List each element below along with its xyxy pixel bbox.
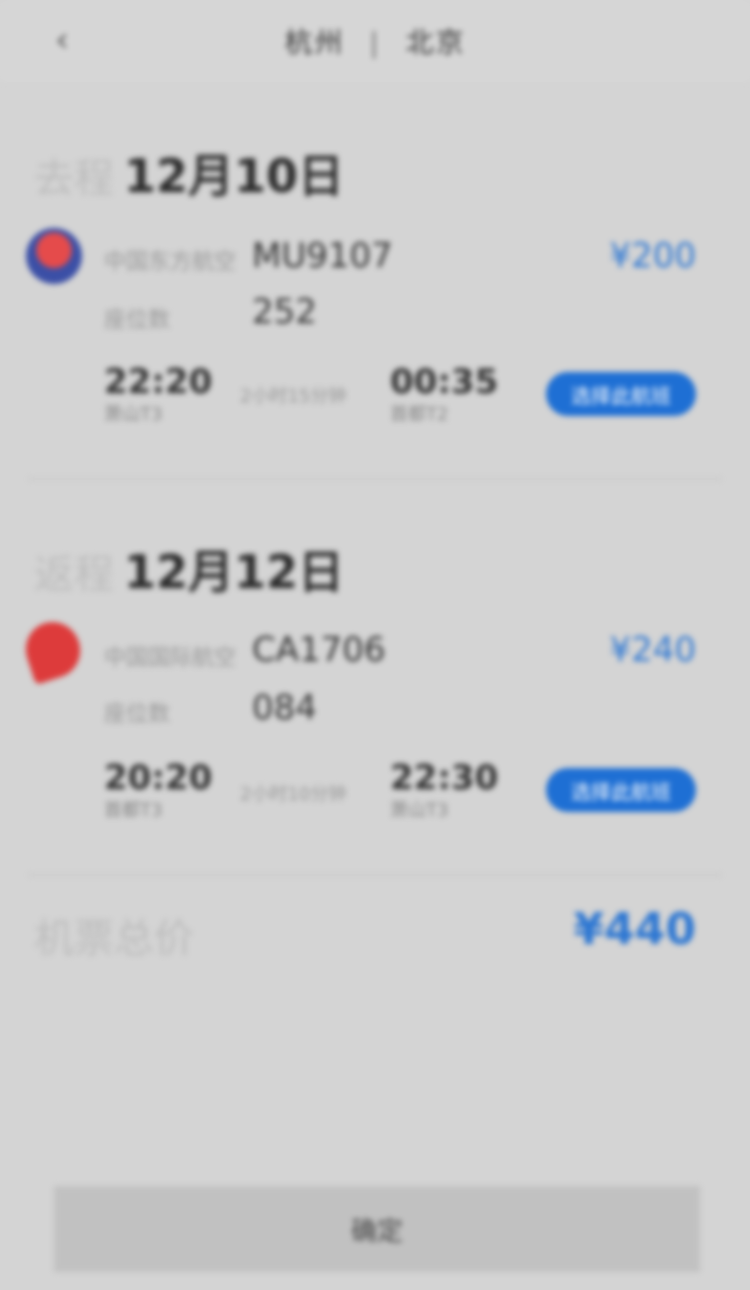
outbound-arrive-time: 00:35	[390, 362, 499, 402]
destination-city: 北京	[405, 26, 466, 59]
origin-city: 杭州	[284, 26, 345, 59]
route-separator: |	[369, 26, 381, 59]
confirm-button[interactable]: 确定	[54, 1186, 700, 1272]
outbound-depart-time: 22:20	[104, 362, 213, 402]
return-price: ¥240	[609, 630, 696, 670]
divider	[28, 478, 722, 480]
outbound-airline-label: 中国东方航空	[104, 250, 237, 275]
return-select-button[interactable]: 选择此航班	[546, 768, 696, 812]
return-date: 12月12日	[124, 545, 345, 599]
total-price: ¥440	[573, 904, 696, 955]
total-label: 机票总价	[34, 916, 194, 962]
return-depart-airport: 首都T3	[104, 800, 163, 821]
return-trip-label: 返程	[34, 552, 114, 598]
air-china-logo-icon	[18, 615, 88, 685]
outbound-flight-number: MU9107	[252, 236, 393, 276]
outbound-select-button[interactable]: 选择此航班	[546, 372, 696, 416]
return-flight-number: CA1706	[252, 630, 386, 670]
outbound-date: 12月10日	[124, 149, 345, 203]
outbound-seat-label: 座位数	[104, 308, 171, 333]
return-seat-count: 084	[252, 688, 317, 728]
outbound-date-row: 去程 12月10日	[34, 140, 344, 206]
outbound-depart-airport: 萧山T3	[104, 404, 163, 425]
chevron-left-icon: ‹	[55, 20, 69, 60]
return-arrive-time: 22:30	[390, 758, 499, 798]
outbound-arrive-airport: 首都T2	[390, 404, 449, 425]
return-duration: 2小时10分钟	[240, 784, 347, 805]
flight-confirm-page: ‹ 杭州 | 北京 去程 12月10日 中国东方航空 MU9107 ¥200 座…	[0, 0, 750, 1290]
divider	[28, 874, 722, 876]
return-seat-label: 座位数	[104, 702, 171, 727]
back-button[interactable]: ‹	[42, 20, 82, 60]
route-title: 杭州 | 北京	[284, 21, 465, 61]
outbound-price: ¥200	[609, 236, 696, 276]
return-arrive-airport: 萧山T3	[390, 800, 449, 821]
return-date-row: 返程 12月12日	[34, 536, 344, 602]
outbound-trip-label: 去程	[34, 156, 114, 202]
china-eastern-logo-icon	[26, 228, 82, 284]
outbound-seat-count: 252	[252, 292, 317, 332]
outbound-duration: 2小时15分钟	[240, 386, 347, 407]
nav-bar: ‹ 杭州 | 北京	[0, 0, 750, 82]
return-airline-label: 中国国际航空	[104, 646, 237, 671]
return-depart-time: 20:20	[104, 758, 213, 798]
